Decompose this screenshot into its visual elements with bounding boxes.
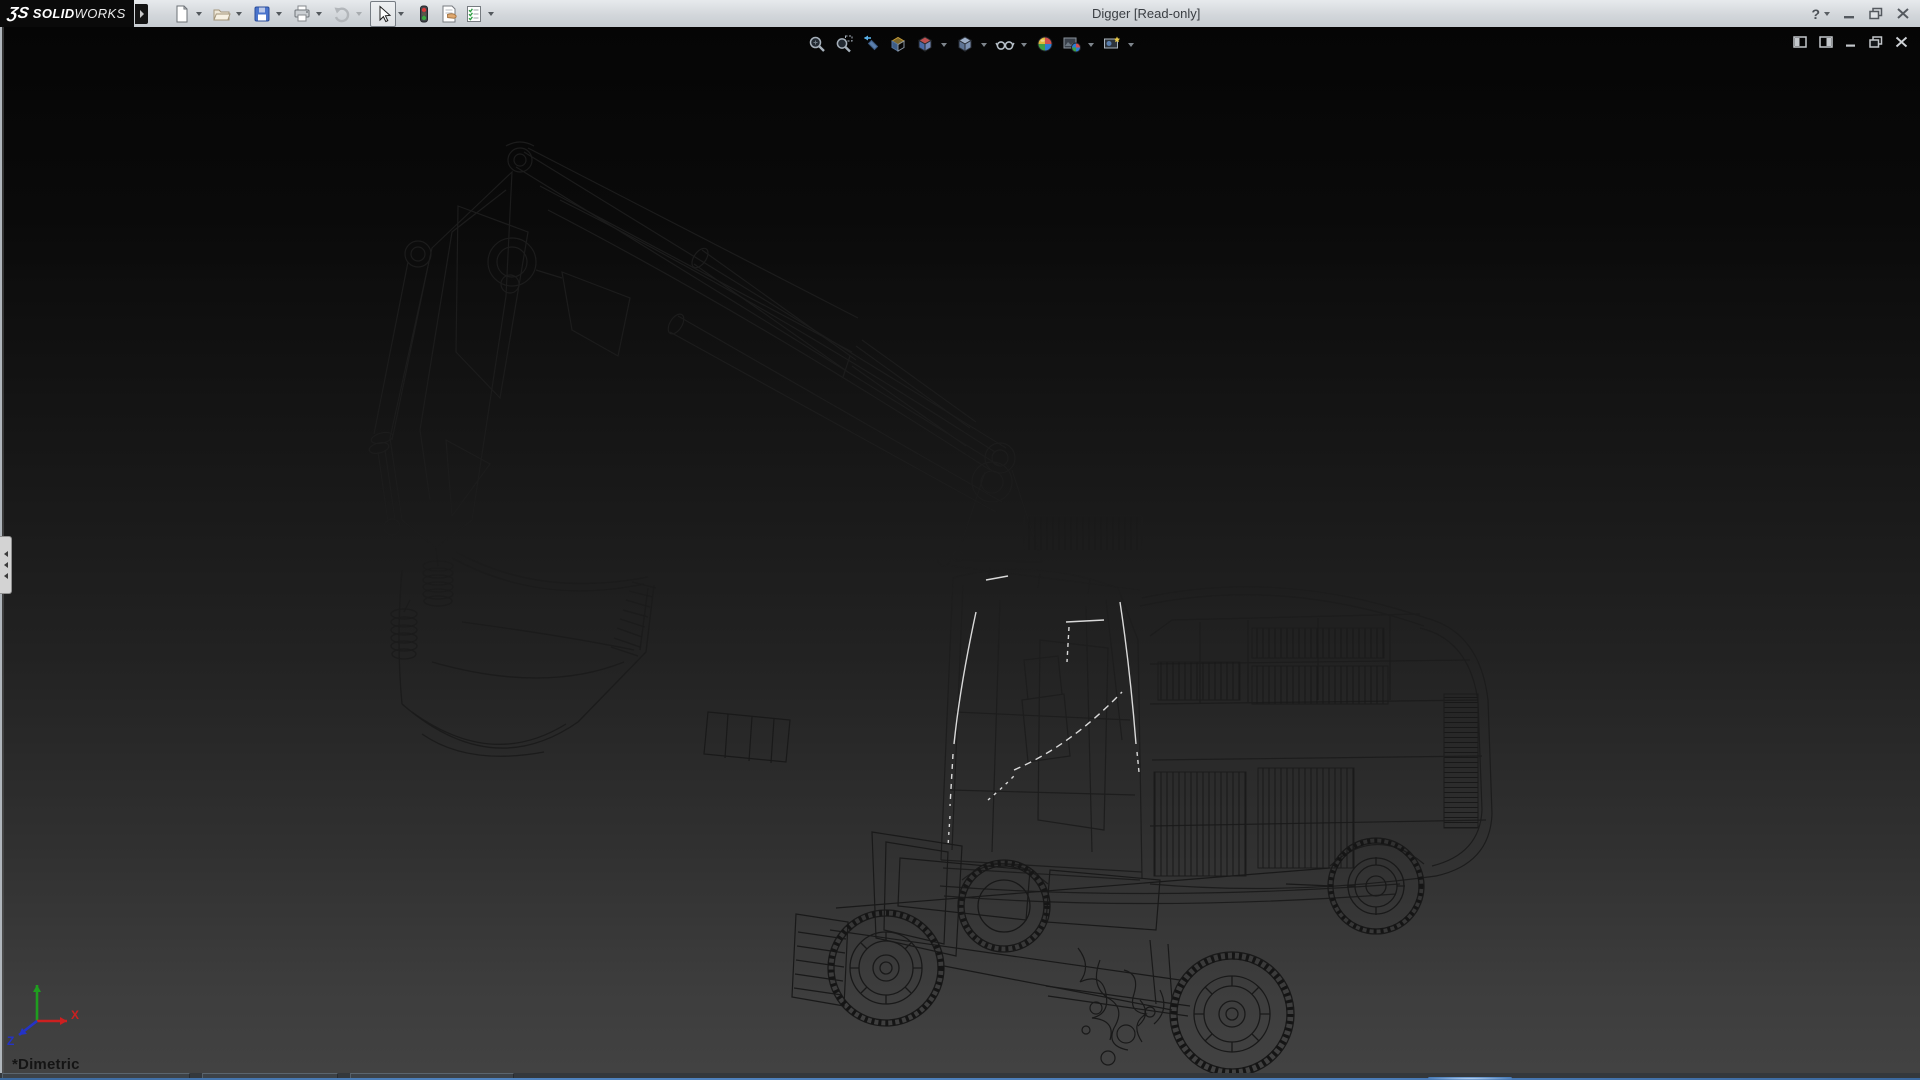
save-button[interactable] bbox=[250, 2, 274, 26]
document-window-controls bbox=[1793, 36, 1908, 48]
undo-button[interactable] bbox=[330, 2, 354, 26]
zoom-to-fit-icon bbox=[807, 34, 827, 54]
display-style-icon bbox=[955, 34, 975, 54]
select-cursor-icon bbox=[373, 4, 393, 24]
right-arrow-icon bbox=[140, 10, 144, 18]
window-title: Digger [Read-only] bbox=[1092, 6, 1200, 21]
select-button[interactable] bbox=[370, 1, 396, 27]
new-document-dropdown[interactable] bbox=[196, 12, 202, 16]
solidworks-logo: ƷS SOLIDWORKS bbox=[0, 0, 134, 27]
undo-dropdown[interactable] bbox=[356, 12, 362, 16]
display-style-button[interactable] bbox=[954, 33, 976, 55]
solidworks-window: ƷS SOLIDWORKS bbox=[0, 0, 1920, 1080]
apply-scene-dropdown[interactable] bbox=[1088, 43, 1094, 47]
new-document-button[interactable] bbox=[170, 2, 194, 26]
view-orientation-button[interactable] bbox=[914, 33, 936, 55]
restore-button[interactable] bbox=[1869, 7, 1883, 20]
file-properties-button[interactable] bbox=[437, 2, 461, 26]
ds-logo-mark: ƷS bbox=[7, 5, 31, 23]
section-view-button[interactable] bbox=[887, 33, 909, 55]
feature-manager-collapsed-tab[interactable] bbox=[0, 536, 12, 594]
view-settings-button[interactable] bbox=[1101, 33, 1123, 55]
help-button[interactable]: ? bbox=[1811, 6, 1830, 22]
apply-scene-button[interactable] bbox=[1061, 33, 1083, 55]
help-dropdown-icon bbox=[1824, 12, 1830, 16]
triad-x-label: X bbox=[71, 1008, 79, 1022]
open-document-button[interactable] bbox=[210, 2, 234, 26]
app-window-controls: ? bbox=[1811, 0, 1910, 27]
main-toolbar bbox=[169, 0, 501, 27]
collapse-right-pane-button[interactable] bbox=[1819, 36, 1833, 48]
save-icon bbox=[252, 4, 272, 24]
zoom-to-area-button[interactable] bbox=[833, 33, 855, 55]
previous-view-icon bbox=[861, 34, 881, 54]
collapse-left-pane-button[interactable] bbox=[1793, 36, 1807, 48]
view-settings-dropdown[interactable] bbox=[1128, 43, 1134, 47]
taskbar-edge bbox=[0, 1073, 1920, 1080]
appearance-ball-icon bbox=[1035, 34, 1055, 54]
minimize-document-button[interactable] bbox=[1845, 36, 1857, 48]
help-icon: ? bbox=[1811, 6, 1820, 22]
open-folder-icon bbox=[212, 4, 232, 24]
undo-icon bbox=[332, 4, 352, 24]
eyeglasses-icon bbox=[995, 34, 1015, 54]
select-dropdown[interactable] bbox=[398, 12, 404, 16]
orientation-triad: X Z bbox=[5, 969, 89, 1047]
view-orientation-dropdown[interactable] bbox=[941, 43, 947, 47]
view-orientation-label: *Dimetric bbox=[12, 1057, 80, 1073]
previous-view-button[interactable] bbox=[860, 33, 882, 55]
graphics-area[interactable]: X Z *Dimetric bbox=[0, 27, 1920, 1073]
print-button[interactable] bbox=[290, 2, 314, 26]
excavator-wireframe-model bbox=[0, 27, 1920, 1073]
zoom-to-area-icon bbox=[834, 34, 854, 54]
close-document-button[interactable] bbox=[1895, 36, 1908, 48]
left-arrow-icon bbox=[4, 562, 8, 568]
options-button[interactable] bbox=[462, 2, 486, 26]
menu-expand-arrow[interactable] bbox=[135, 4, 148, 24]
title-bar: ƷS SOLIDWORKS bbox=[0, 0, 1920, 28]
edit-appearance-button[interactable] bbox=[1034, 33, 1056, 55]
view-settings-icon bbox=[1102, 34, 1122, 54]
apply-scene-icon bbox=[1062, 34, 1082, 54]
hide-show-items-button[interactable] bbox=[994, 33, 1016, 55]
triad-z-label: Z bbox=[7, 1034, 14, 1047]
save-dropdown[interactable] bbox=[276, 12, 282, 16]
hide-show-dropdown[interactable] bbox=[1021, 43, 1027, 47]
file-properties-icon bbox=[439, 4, 459, 24]
display-style-dropdown[interactable] bbox=[981, 43, 987, 47]
heads-up-view-toolbar bbox=[806, 33, 1136, 55]
close-button[interactable] bbox=[1896, 7, 1910, 20]
minimize-button[interactable] bbox=[1843, 7, 1856, 20]
section-view-icon bbox=[888, 34, 908, 54]
print-dropdown[interactable] bbox=[316, 12, 322, 16]
zoom-to-fit-button[interactable] bbox=[806, 33, 828, 55]
rebuild-button[interactable] bbox=[412, 2, 436, 26]
new-document-icon bbox=[172, 4, 192, 24]
restore-document-button[interactable] bbox=[1869, 36, 1883, 48]
traffic-light-icon bbox=[414, 4, 434, 24]
open-document-dropdown[interactable] bbox=[236, 12, 242, 16]
left-arrow-icon bbox=[4, 573, 8, 579]
left-arrow-icon bbox=[4, 551, 8, 557]
options-dropdown[interactable] bbox=[488, 12, 494, 16]
print-icon bbox=[292, 4, 312, 24]
view-orientation-icon bbox=[915, 34, 935, 54]
options-checklist-icon bbox=[464, 4, 484, 24]
